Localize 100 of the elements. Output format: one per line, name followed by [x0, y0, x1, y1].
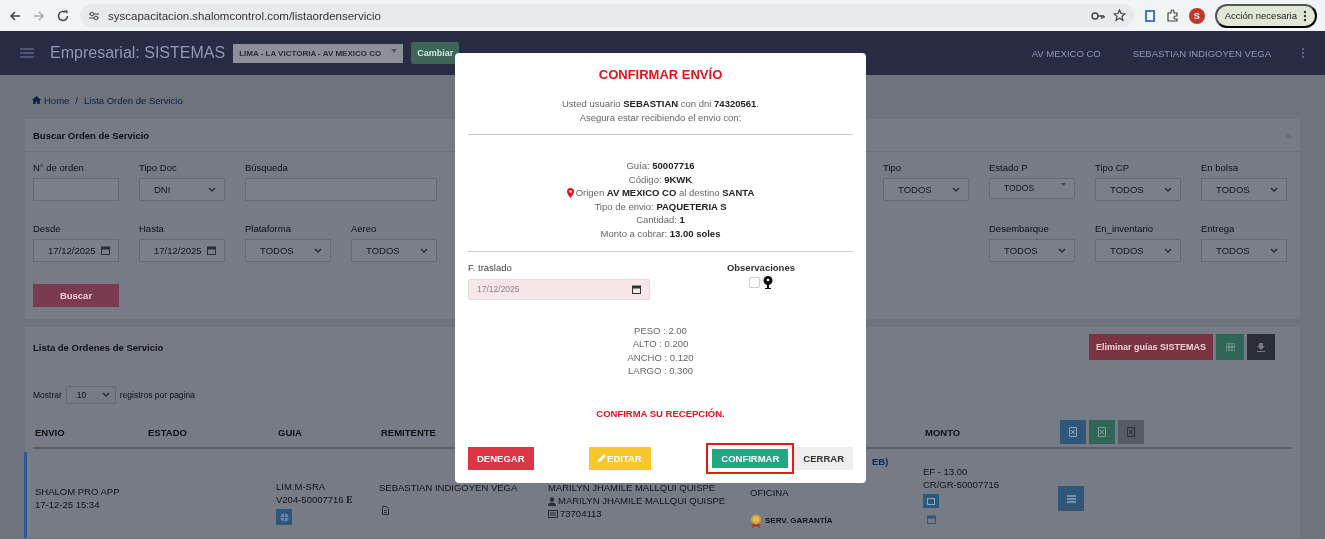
grid-button[interactable]	[1216, 334, 1244, 360]
chevron-down-icon	[420, 247, 428, 254]
close-button[interactable]: CERRAR	[794, 446, 853, 470]
date-field[interactable]: 17/12/2025	[33, 239, 119, 262]
select-field[interactable]: TODOS	[245, 239, 331, 262]
select-field[interactable]: TODOS	[351, 239, 437, 262]
detail-text: Guía: 50007716	[626, 159, 695, 173]
change-button[interactable]: Cambiar	[411, 42, 460, 64]
measure-text: PESO : 2.00	[634, 323, 687, 338]
chevron-down-icon	[952, 186, 960, 193]
panel-title: Lista de Ordenes de Servicio	[33, 341, 164, 353]
field-label: Búsqueda	[245, 162, 289, 173]
select-field[interactable]: TODOS	[1201, 178, 1287, 201]
table-text: SEBASTIAN INDIGOYEN VEGA	[379, 482, 518, 494]
detail-text: Código: 9KWK	[628, 172, 693, 187]
download-button[interactable]	[1247, 334, 1275, 360]
spreadsheet-icon	[1098, 427, 1106, 437]
confirm-button[interactable]: CONFIRMAR	[706, 442, 795, 474]
table-text: MARILYN JHAMILE MALLQUI QUISPE	[548, 482, 716, 494]
home-icon	[32, 96, 41, 104]
back-icon[interactable]	[8, 8, 22, 23]
column-header: MONTO	[924, 426, 962, 438]
select-field[interactable]: TODOS	[989, 239, 1075, 262]
field-label: Hasta	[139, 223, 165, 234]
detail-text: Origen AV MEXICO CO al destino SANTA	[575, 186, 755, 200]
reload-icon[interactable]	[56, 8, 70, 23]
grid-icon	[1225, 343, 1235, 351]
breadcrumb-link[interactable]: Lista Orden de Servicio	[84, 94, 183, 106]
date-field[interactable]: 17/12/2025	[139, 239, 225, 262]
address-bar[interactable]: syscapacitacion.shalomcontrol.com/listaordenservicio	[80, 4, 1134, 27]
spreadsheet-icon	[1127, 427, 1135, 437]
table-text: MARILYN JHAMILE MALLQUI QUISPE	[558, 495, 726, 507]
field-label: Entrega	[1201, 223, 1236, 234]
table-text: 17-12-25 15:34	[35, 499, 100, 511]
chevron-down-icon	[1164, 186, 1172, 193]
field-label: Tipo CP	[1095, 162, 1130, 173]
checkbox[interactable]	[748, 276, 760, 288]
more-icon[interactable]	[1303, 9, 1307, 22]
extensions-icon[interactable]	[1165, 9, 1179, 22]
action-needed-button[interactable]: Acción necesaria	[1214, 3, 1317, 28]
detail-text: Cantidad: 1	[636, 213, 685, 227]
calendar-icon	[632, 284, 641, 294]
agency-name: AV MEXICO CO	[1031, 47, 1101, 59]
app-title: Empresarial: SISTEMAS	[50, 44, 226, 62]
breadcrumb-separator: /	[75, 94, 78, 106]
deny-button[interactable]: DENEGAR	[468, 446, 534, 470]
page-size-select[interactable]: 10	[65, 386, 116, 404]
field-label: Estado P	[989, 162, 1029, 173]
dialog-text: Asegura estar recibiendo el envio con:	[578, 110, 743, 124]
table-text: OFICINA	[750, 487, 789, 499]
menu-icon[interactable]	[20, 47, 34, 59]
forward-icon[interactable]	[32, 8, 46, 23]
column-header: ENVIO	[34, 426, 66, 438]
field-label: Desembarque	[989, 223, 1050, 234]
delete-button[interactable]: Eliminar guías SISTEMAS	[1088, 334, 1213, 360]
date-field[interactable]: 17/12/2025	[468, 278, 650, 300]
star-icon[interactable]	[1112, 9, 1126, 22]
medal-icon	[750, 514, 762, 528]
select-field[interactable]: TODOS	[989, 178, 1075, 199]
search-button[interactable]: Buscar	[33, 284, 119, 307]
id-card-icon	[548, 510, 558, 518]
select-field[interactable]: TODOS	[883, 178, 969, 201]
panel-title: Buscar Orden de Servicio	[33, 129, 150, 141]
select-field[interactable]: TODOS	[1095, 178, 1181, 201]
table-text: 73704113	[560, 508, 602, 520]
pin-icon[interactable]	[762, 275, 773, 289]
select-field[interactable]: TODOS	[1201, 239, 1287, 262]
file-icon	[382, 506, 389, 515]
chevron-down-icon	[1270, 186, 1278, 193]
list-icon	[1066, 494, 1076, 503]
key-icon[interactable]	[1090, 10, 1105, 21]
table-text: EF - 13.00	[923, 466, 968, 478]
select-field[interactable]: DNI	[139, 178, 225, 201]
excel-button[interactable]	[1060, 420, 1086, 444]
table-text: CR/GR-50007716	[923, 479, 1000, 491]
select-field[interactable]: TODOS	[1095, 239, 1181, 262]
branch-select[interactable]: LIMA - LA VICTORIA - AV MEXICO CO	[233, 43, 404, 63]
table-text: SHALOM PRO APP	[35, 486, 120, 498]
chevron-down-icon	[1270, 247, 1278, 254]
measure-text: ALTO : 0.200	[632, 337, 689, 351]
globe-icon	[279, 512, 289, 522]
pager-label: Mostrar	[33, 390, 62, 400]
field-label: F. traslado	[468, 261, 513, 273]
table-text: V204-50007716 E	[276, 494, 353, 506]
document-icon[interactable]	[1143, 8, 1156, 23]
field-label: Desde	[33, 223, 62, 234]
detail-text: Tipo de envio: PAQUETERIA S	[594, 199, 727, 214]
breadcrumb-link[interactable]: Home	[32, 94, 70, 106]
site-settings-icon[interactable]	[88, 9, 100, 22]
profile-avatar[interactable]: S	[1188, 7, 1205, 24]
excel-button[interactable]	[1089, 420, 1115, 444]
measure-text: ANCHO : 0.120	[627, 350, 694, 365]
measure-text: LARGO : 0.300	[628, 364, 693, 378]
menu-button[interactable]	[1058, 486, 1084, 511]
location-pin-icon	[566, 188, 574, 198]
field-label: Tipo	[883, 162, 903, 173]
pencil-icon	[598, 454, 607, 463]
web-button[interactable]	[276, 509, 292, 525]
excel-button[interactable]	[1118, 420, 1144, 444]
detail-text: Monto a cobrar: 13.00 soles	[600, 226, 721, 241]
